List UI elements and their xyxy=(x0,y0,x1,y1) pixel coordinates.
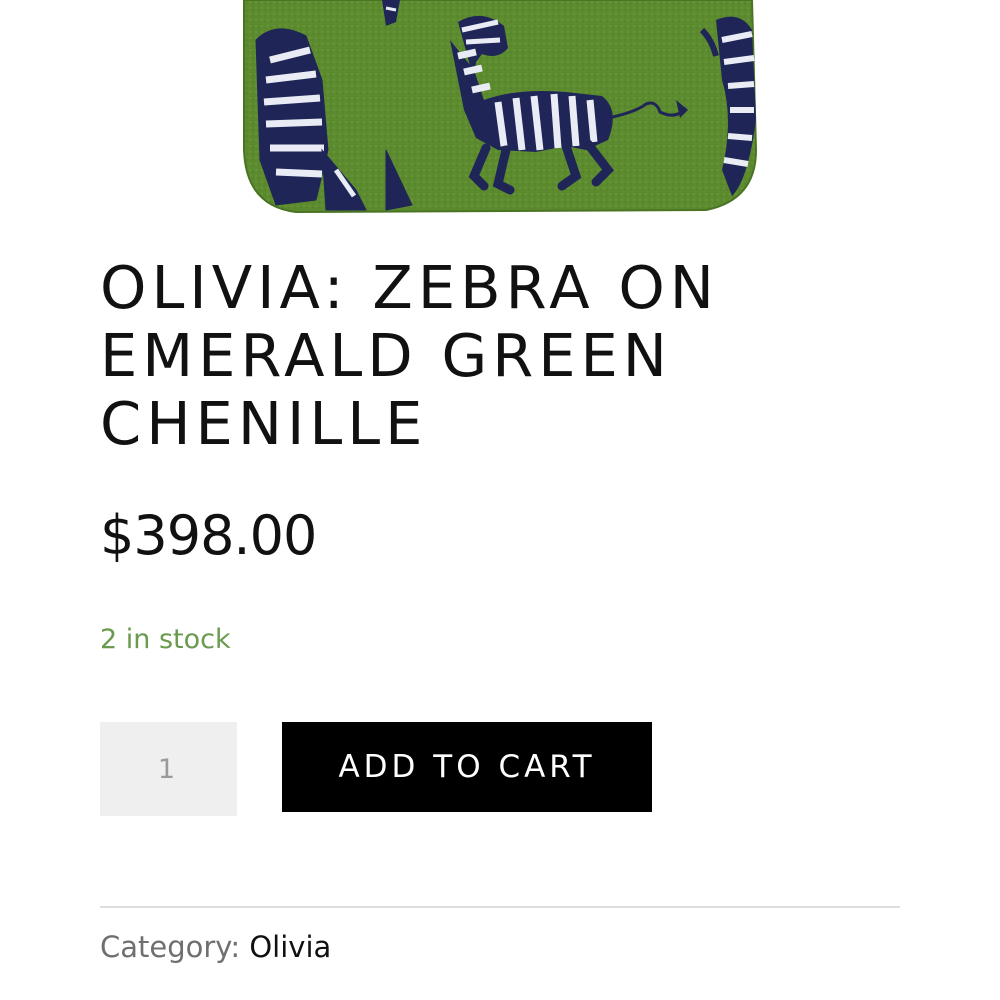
category-link[interactable]: Olivia xyxy=(249,930,331,964)
product-title: OLIVIA: ZEBRA ON EMERALD GREEN CHENILLE xyxy=(100,253,719,458)
product-page: OLIVIA: ZEBRA ON EMERALD GREEN CHENILLE … xyxy=(0,0,1000,1000)
add-to-cart-button[interactable]: ADD TO CART xyxy=(282,722,652,812)
quantity-input[interactable] xyxy=(100,722,237,816)
product-image[interactable] xyxy=(236,0,764,222)
stock-status: 2 in stock xyxy=(100,624,231,655)
product-price: $398.00 xyxy=(100,504,317,567)
divider xyxy=(100,906,900,908)
product-meta: Category: Olivia xyxy=(100,928,331,966)
category-label: Category: xyxy=(100,930,241,964)
zebra-bag-illustration xyxy=(243,0,758,214)
